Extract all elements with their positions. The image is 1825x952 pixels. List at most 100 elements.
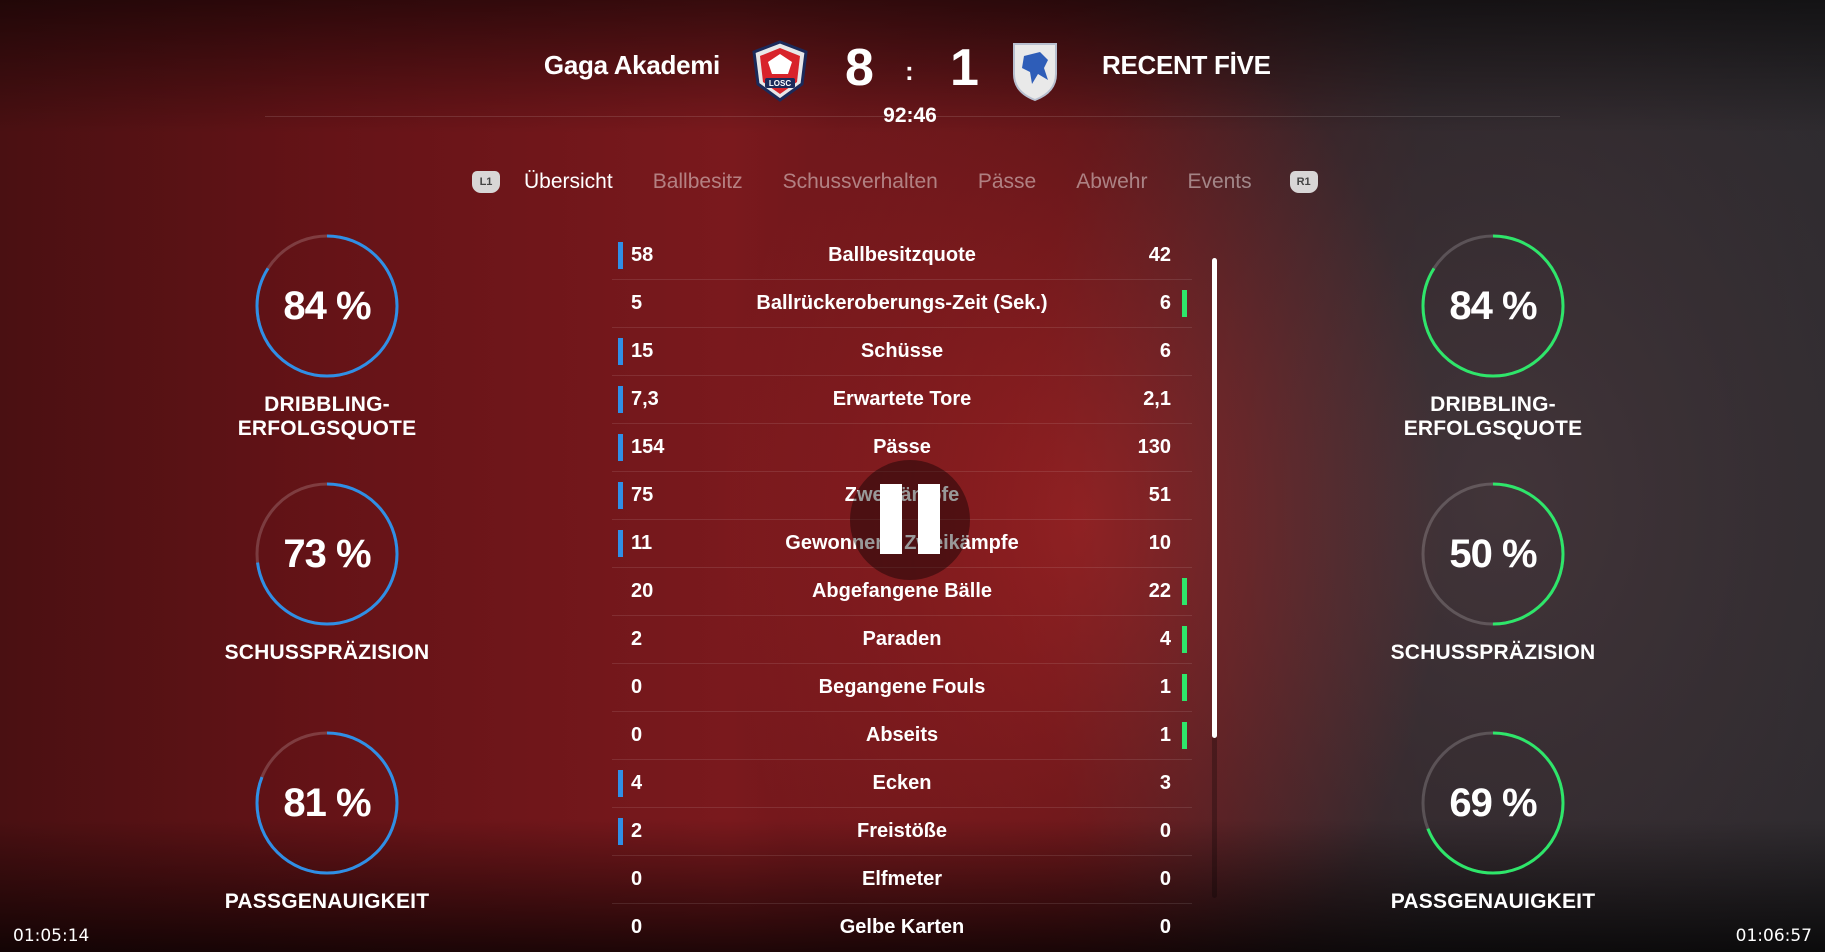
stat-row: 0 Begangene Fouls 1 — [612, 664, 1192, 712]
home-stat-value: 4 — [631, 772, 643, 794]
away-team-name: RECENT FİVE — [1102, 50, 1271, 80]
away-stat-value: 6 — [1159, 292, 1171, 314]
home-stat-value: 0 — [631, 916, 643, 938]
away-stat-value: 130 — [1137, 436, 1171, 458]
stat-label: Ecken — [872, 772, 932, 794]
stat-row: 2 Paraden 4 — [612, 616, 1192, 664]
away-stat-value: 0 — [1159, 820, 1171, 842]
stat-label: Gelbe Karten — [839, 916, 965, 938]
stat-label: Ballrückeroberungs-Zeit (Sek.) — [756, 292, 1048, 314]
away-stat-value: 42 — [1148, 244, 1171, 266]
home-stat-value: 11 — [631, 532, 653, 554]
away-ring-dribbling: 84 % DRIBBLING-ERFOLGSQUOTE — [1343, 233, 1643, 441]
score-separator: : — [905, 56, 914, 86]
stat-row: 0 Gelbe Karten 0 — [612, 904, 1192, 951]
home-lead-bar — [618, 434, 623, 461]
stat-row: 2 Freistöße 0 — [612, 808, 1192, 856]
home-stat-value: 75 — [631, 484, 654, 506]
away-stat-value: 10 — [1148, 532, 1171, 554]
stats-scrollbar[interactable] — [1212, 258, 1217, 898]
home-stat-value: 20 — [631, 580, 654, 602]
home-lead-bar — [618, 482, 623, 509]
home-ring-label: DRIBBLING-ERFOLGSQUOTE — [237, 393, 417, 440]
tab-abwehr[interactable]: Abwehr — [1076, 170, 1147, 194]
tab-events[interactable]: Events — [1187, 170, 1251, 194]
home-stat-value: 0 — [631, 724, 643, 746]
home-stat-value: 2 — [631, 628, 643, 650]
stat-label: Ballbesitzquote — [828, 244, 976, 266]
away-stat-value: 51 — [1148, 484, 1171, 506]
home-ring-passgenauigkeit: 81 % PASSGENAUIGKEIT — [177, 730, 477, 914]
stats-tab-bar: L1 Übersicht Ballbesitz Schussverhalten … — [472, 170, 1318, 194]
stat-label: Schüsse — [860, 340, 944, 362]
tab-ballbesitz[interactable]: Ballbesitz — [653, 170, 743, 194]
match-stats-table: 58 Ballbesitzquote 42 5 Ballrückeroberungs-… — [612, 232, 1192, 951]
pause-icon — [850, 470, 970, 570]
l1-bumper-icon[interactable]: L1 — [472, 171, 500, 193]
away-stat-value: 0 — [1159, 916, 1171, 938]
home-stat-value: 2 — [631, 820, 643, 842]
away-lead-bar — [1182, 578, 1187, 605]
tab-schussverhalten[interactable]: Schussverhalten — [783, 170, 938, 194]
away-ring-passgenauigkeit: 69 % PASSGENAUIGKEIT — [1343, 730, 1643, 914]
pause-bar-left — [880, 484, 902, 554]
stat-label: Paraden — [862, 628, 942, 650]
home-stat-value: 58 — [631, 244, 654, 266]
away-ring-value: 69 % — [1449, 780, 1537, 825]
away-stat-value: 2,1 — [1143, 388, 1171, 410]
stat-row: 0 Abseits 1 — [612, 712, 1192, 760]
home-ring-dribbling: 84 % DRIBBLING-ERFOLGSQUOTE — [177, 233, 477, 441]
stat-row: 58 Ballbesitzquote 42 — [612, 232, 1192, 280]
home-stat-value: 5 — [631, 292, 643, 314]
home-ring-value: 73 % — [283, 531, 371, 576]
stat-row: 15 Schüsse 6 — [612, 328, 1192, 376]
home-score: 8 — [845, 39, 874, 97]
stat-row: 5 Ballrückeroberungs-Zeit (Sek.) 6 — [612, 280, 1192, 328]
home-stat-value: 7,3 — [631, 388, 659, 410]
r1-bumper-icon[interactable]: R1 — [1289, 171, 1318, 193]
home-lead-bar — [618, 386, 623, 413]
away-lead-bar — [1182, 674, 1187, 701]
away-lead-bar — [1182, 290, 1187, 317]
video-current-time: 01:05:14 — [13, 926, 90, 946]
home-stat-value: 15 — [631, 340, 654, 362]
home-ring-value: 81 % — [283, 780, 371, 825]
away-ring-value: 84 % — [1449, 283, 1537, 328]
away-ring-label: PASSGENAUIGKEIT — [1390, 890, 1596, 913]
home-lead-bar — [618, 530, 623, 557]
home-ring-label: PASSGENAUIGKEIT — [224, 890, 430, 913]
stat-label: Erwartete Tore — [832, 388, 972, 410]
away-stat-value: 22 — [1148, 580, 1171, 602]
stat-row: 4 Ecken 3 — [612, 760, 1192, 808]
stats-scrollbar-thumb[interactable] — [1212, 258, 1217, 738]
away-ring-label: SCHUSSPRÄZISION — [1390, 641, 1596, 664]
away-ring-label: DRIBBLING-ERFOLGSQUOTE — [1403, 393, 1583, 440]
home-stat-value: 154 — [631, 436, 665, 458]
tab-uebersicht[interactable]: Übersicht — [524, 170, 613, 194]
stat-row: 7,3 Erwartete Tore 2,1 — [612, 376, 1192, 424]
away-stat-value: 1 — [1159, 676, 1171, 698]
away-lead-bar — [1182, 722, 1187, 749]
stat-label: Elfmeter — [861, 868, 943, 890]
home-stat-value: 0 — [631, 676, 643, 698]
away-ring-value: 50 % — [1449, 531, 1537, 576]
home-ring-value: 84 % — [283, 283, 371, 328]
away-ring-schusspraezision: 50 % SCHUSSPRÄZISION — [1343, 481, 1643, 665]
away-score: 1 — [950, 39, 979, 97]
away-stat-value: 6 — [1159, 340, 1171, 362]
stat-label: Begangene Fouls — [818, 676, 986, 698]
stat-row: 0 Elfmeter 0 — [612, 856, 1192, 904]
pause-button[interactable] — [850, 460, 970, 580]
home-lead-bar — [618, 338, 623, 365]
home-stat-value: 0 — [631, 868, 643, 890]
home-crest-text: LOSC — [769, 79, 791, 88]
tab-paesse[interactable]: Pässe — [978, 170, 1036, 194]
home-team-crest: LOSC — [750, 40, 810, 102]
video-total-time: 01:06:57 — [1735, 926, 1812, 946]
pause-bar-right — [918, 484, 940, 554]
home-ring-label: SCHUSSPRÄZISION — [224, 641, 430, 664]
away-stat-value: 3 — [1159, 772, 1171, 794]
away-team-crest — [1010, 40, 1070, 102]
home-team-name: Gaga Akademi — [543, 50, 720, 80]
away-stat-value: 4 — [1159, 628, 1171, 650]
